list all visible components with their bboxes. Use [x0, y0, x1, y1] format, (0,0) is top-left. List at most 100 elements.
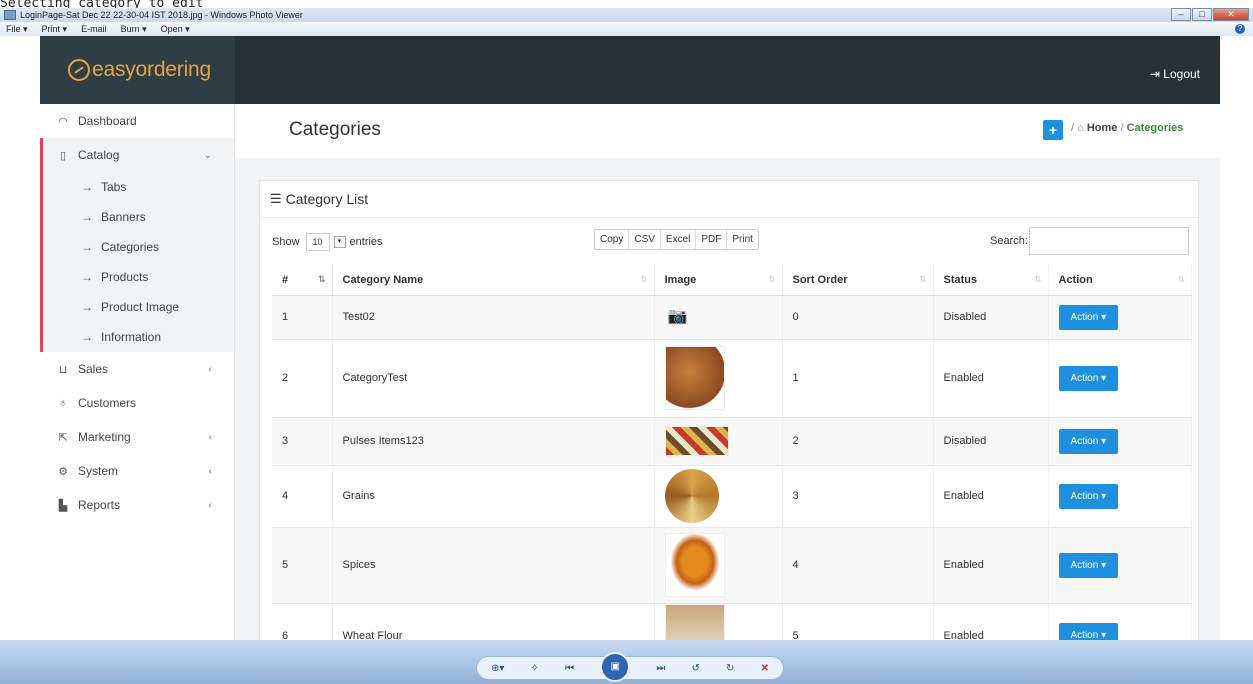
category-image-pulses — [664, 426, 729, 456]
logout-label: Logout — [1163, 67, 1200, 81]
cell-category-name: Spices — [332, 526, 655, 603]
cell-category-name: CategoryTest — [332, 338, 655, 417]
sidebar-item-customers[interactable]: ♁ Customers — [40, 386, 234, 420]
cell-number: 1 — [272, 294, 333, 339]
minimize-button[interactable]: – — [1171, 8, 1191, 21]
sort-icon: ⇅ — [1177, 273, 1185, 284]
sidebar-subitem-tabs[interactable]: → Tabs — [43, 172, 234, 202]
window-title: LoginPage-Sat Dec 22 22-30-04 IST 2018.j… — [20, 10, 303, 20]
action-button[interactable]: Action ▾ — [1058, 623, 1119, 640]
menu-file[interactable]: File ▾ — [6, 24, 28, 35]
entries-select[interactable]: 10 — [305, 233, 330, 251]
cell-number: 5 — [272, 526, 333, 603]
cell-image — [654, 526, 783, 603]
sidebar-subitem-product-image[interactable]: → Product Image — [43, 292, 234, 322]
sidebar-item-label: Sales — [78, 362, 109, 376]
arrow-right-icon: → — [81, 180, 93, 194]
table-row[interactable]: 5 Spices 4 Enabled Action ▾ — [272, 526, 1192, 603]
chevron-left-icon: ‹ — [208, 431, 212, 443]
viewer-menubar: File ▾ Print ▾ E-mail Burn ▾ Open ▾ ? — [0, 22, 1253, 36]
table-row[interactable]: 6 Wheat Flour 5 Enabled Action ▾ — [272, 602, 1192, 640]
next-icon[interactable]: ⏭ — [656, 663, 665, 674]
sidebar: ◠ Dashboard ▯ Catalog ⌄ → Tabs → Banners →… — [40, 104, 235, 640]
menu-burn[interactable]: Burn ▾ — [121, 24, 147, 35]
sidebar-item-reports[interactable]: ▙ Reports ‹ — [40, 488, 234, 522]
breadcrumb-home[interactable]: Home — [1087, 122, 1118, 134]
slideshow-icon[interactable]: ▣ — [600, 652, 631, 682]
print-button[interactable]: Print — [727, 230, 758, 249]
show-label: Show — [272, 236, 300, 248]
sidebar-subitem-banners[interactable]: → Banners — [43, 202, 234, 232]
cell-number: 2 — [272, 338, 333, 417]
cell-sort-order: 1 — [782, 338, 934, 417]
sidebar-item-marketing[interactable]: ⇱ Marketing ‹ — [40, 420, 234, 454]
column-header[interactable]: Action ⇅ — [1048, 265, 1192, 296]
sort-icon: ⇅ — [767, 273, 776, 284]
sidebar-item-dashboard[interactable]: ◠ Dashboard — [40, 104, 234, 138]
entries-control: Show 10 ▾ entries — [272, 233, 383, 251]
cell-image — [654, 464, 783, 527]
sidebar-subitem-information[interactable]: → Information — [43, 322, 234, 352]
action-button[interactable]: Action ▾ — [1058, 428, 1119, 454]
cart-icon: ⊔ — [58, 363, 68, 376]
sidebar-item-sales[interactable]: ⊔ Sales ‹ — [40, 352, 234, 386]
catalog-section: ▯ Catalog ⌄ → Tabs → Banners → Categories →… — [40, 138, 234, 352]
search-input[interactable] — [1029, 227, 1189, 255]
actual-size-icon[interactable]: ✧ — [531, 663, 539, 674]
maximize-button[interactable]: □ — [1192, 8, 1212, 21]
zoom-icon[interactable]: ⊕▾ — [491, 663, 504, 674]
excel-button[interactable]: Excel — [661, 230, 697, 249]
delete-icon[interactable]: ✕ — [761, 663, 769, 674]
menu-print[interactable]: Print ▾ — [42, 24, 68, 35]
pdf-button[interactable]: PDF — [696, 230, 728, 249]
cell-status: Disabled — [933, 294, 1049, 339]
close-window-button[interactable]: ✕ — [1213, 8, 1249, 21]
table-row[interactable]: 1 Test02 📷 0 Disabled Action ▾ — [272, 294, 1192, 339]
sidebar-item-label: Marketing — [78, 430, 131, 444]
gear-icon: ⚙ — [58, 465, 68, 478]
column-header[interactable]: Image ⇅ — [654, 265, 783, 296]
sidebar-subitem-categories[interactable]: → Categories — [43, 232, 234, 262]
arrow-right-icon: → — [81, 210, 93, 224]
copy-button[interactable]: Copy — [595, 230, 630, 249]
sidebar-subitem-products[interactable]: → Products — [43, 262, 234, 292]
arrow-right-icon: → — [81, 270, 93, 284]
cell-number: 3 — [272, 416, 333, 465]
cell-image — [654, 602, 783, 640]
menu-email[interactable]: E-mail — [81, 24, 107, 34]
sidebar-item-catalog[interactable]: ▯ Catalog ⌄ — [43, 138, 234, 172]
logo-text: easyordering — [92, 58, 212, 81]
cell-sort-order: 0 — [782, 294, 934, 339]
logout-button[interactable]: ⇥ Logout — [1150, 67, 1200, 81]
menu-open[interactable]: Open ▾ — [161, 24, 190, 35]
column-header[interactable]: # ⇅ — [272, 265, 333, 296]
window-titlebar: LoginPage-Sat Dec 22 22-30-04 IST 2018.j… — [0, 8, 1253, 22]
entries-label: entries — [349, 236, 383, 248]
action-button[interactable]: Action ▾ — [1058, 552, 1119, 578]
previous-icon[interactable]: ⏮ — [565, 663, 574, 674]
dropdown-arrow-icon[interactable]: ▾ — [333, 236, 346, 248]
column-header[interactable]: Category Name ⇅ — [332, 265, 655, 296]
logo[interactable]: easyordering — [40, 36, 235, 104]
category-image-almonds — [664, 346, 725, 410]
page-title: Categories — [289, 119, 381, 140]
page-header: Categories + / ⌂ Home / Categories — [235, 104, 1220, 158]
csv-button[interactable]: CSV — [629, 230, 661, 249]
table-row[interactable]: 2 CategoryTest 1 Enabled Action ▾ — [272, 338, 1192, 417]
add-category-button[interactable]: + — [1043, 120, 1063, 140]
column-header[interactable]: Sort Order ⇅ — [782, 265, 934, 296]
action-button[interactable]: Action ▾ — [1058, 365, 1119, 391]
category-image-wheat-flour — [664, 603, 725, 640]
action-button[interactable]: Action ▾ — [1058, 304, 1119, 330]
sidebar-item-system[interactable]: ⚙ System ‹ — [40, 454, 234, 488]
action-button[interactable]: Action ▾ — [1058, 483, 1119, 509]
rotate-left-icon[interactable]: ↺ — [692, 663, 700, 674]
column-header[interactable]: Status ⇅ — [933, 265, 1049, 296]
table-row[interactable]: 4 Grains 3 Enabled Action ▾ — [272, 464, 1192, 527]
table-row[interactable]: 3 Pulses Items123 2 Disabled Action ▾ — [272, 416, 1192, 465]
help-icon[interactable]: ? — [1235, 24, 1245, 34]
cell-number: 4 — [272, 464, 333, 527]
card-header: ☰ Category List — [260, 181, 1198, 218]
rotate-right-icon[interactable]: ↻ — [726, 663, 734, 674]
chevron-down-icon: ⌄ — [203, 149, 212, 161]
